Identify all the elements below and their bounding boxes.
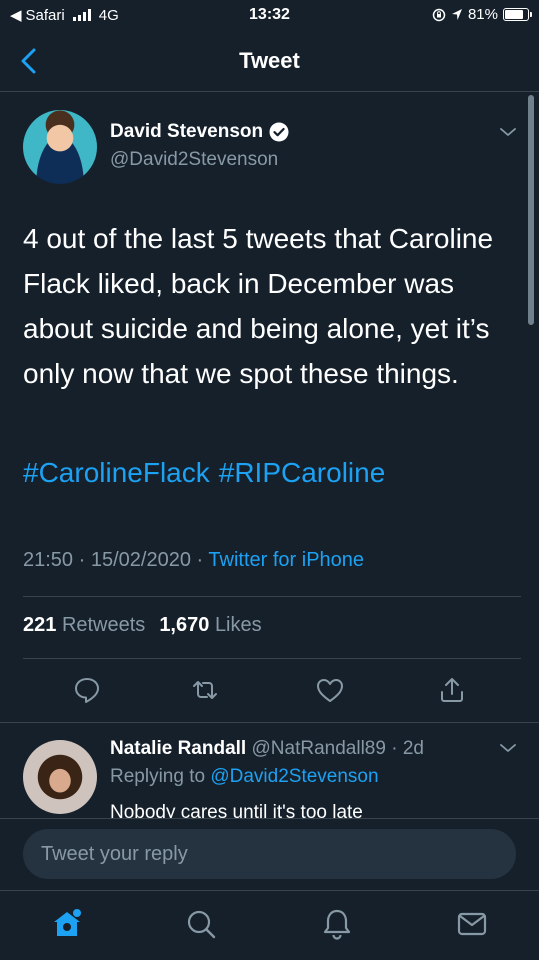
messages-icon[interactable] [455,907,489,941]
tweet-source-link[interactable]: Twitter for iPhone [208,549,364,571]
tweet-hashtags: #CarolineFlack #RIPCaroline [23,450,385,495]
tweet-text: 4 out of the last 5 tweets that Caroline… [23,223,494,389]
reply-text-clip: Nobody cares until it's too late [110,798,530,818]
reply-author-name[interactable]: Natalie Randall [110,738,246,759]
reply-text: Nobody cares until it's too late [110,802,363,818]
chevron-down-icon[interactable] [499,742,517,754]
author-name-row[interactable]: David Stevenson [110,121,289,143]
likes-label: Likes [214,614,262,636]
battery-icon [503,8,532,21]
search-icon[interactable] [184,907,218,941]
retweets-stat[interactable]: 221 Retweets [23,614,145,636]
tweet-stats: 221 Retweets 1,670 Likes [23,614,262,637]
status-bar-right: 81% [432,6,532,23]
divider [23,596,521,597]
divider [23,658,521,659]
reply-input-placeholder: Tweet your reply [41,843,188,865]
hashtag-link[interactable]: #CarolineFlack [23,457,210,488]
divider [0,722,539,723]
tab-bar [0,890,539,960]
author-name[interactable]: David Stevenson [110,121,263,143]
page-title: Tweet [239,48,300,73]
reply-header[interactable]: Natalie Randall @NatRandall89 · 2d [110,738,424,760]
author-handle[interactable]: @David2Stevenson [110,149,278,171]
reply-author-handle[interactable]: @NatRandall89 [252,738,386,759]
share-icon[interactable] [437,675,467,705]
meta-separator: · [78,549,86,571]
rotation-lock-icon [432,8,446,21]
hashtag-link[interactable]: #RIPCaroline [219,457,386,488]
like-icon[interactable] [315,675,345,705]
replying-to-link[interactable]: @David2Stevenson [210,766,378,787]
retweet-icon[interactable] [190,675,220,705]
meta-separator: · [196,549,204,571]
tweet-time: 21:50 [23,549,74,571]
home-icon[interactable] [50,907,84,941]
replying-label: Replying to [110,766,206,787]
retweets-label: Retweets [61,614,146,636]
retweets-count: 221 [23,614,57,636]
scrollbar[interactable] [528,95,534,325]
author-avatar[interactable] [23,110,97,184]
reply-input[interactable]: Tweet your reply [23,829,516,879]
location-icon [451,9,462,20]
nav-bar: Tweet [0,30,539,92]
notifications-icon[interactable] [320,907,354,941]
likes-count: 1,670 [159,614,210,636]
meta-separator: · [385,738,403,759]
likes-stat[interactable]: 1,670 Likes [159,614,261,636]
battery-percent: 81% [467,6,498,23]
verified-badge-icon [269,122,289,142]
tweet-meta: 21:50 · 15/02/2020 · Twitter for iPhone [23,549,364,572]
replying-to: Replying to @David2Stevenson [110,766,379,788]
reply-avatar[interactable] [23,740,97,814]
status-bar: ◀ Safari 4G 13:32 81% [0,0,539,30]
reply-icon[interactable] [72,675,102,705]
tweet-date: 15/02/2020 [90,549,191,571]
reply-age: 2d [402,738,424,759]
chevron-down-icon[interactable] [499,126,517,138]
